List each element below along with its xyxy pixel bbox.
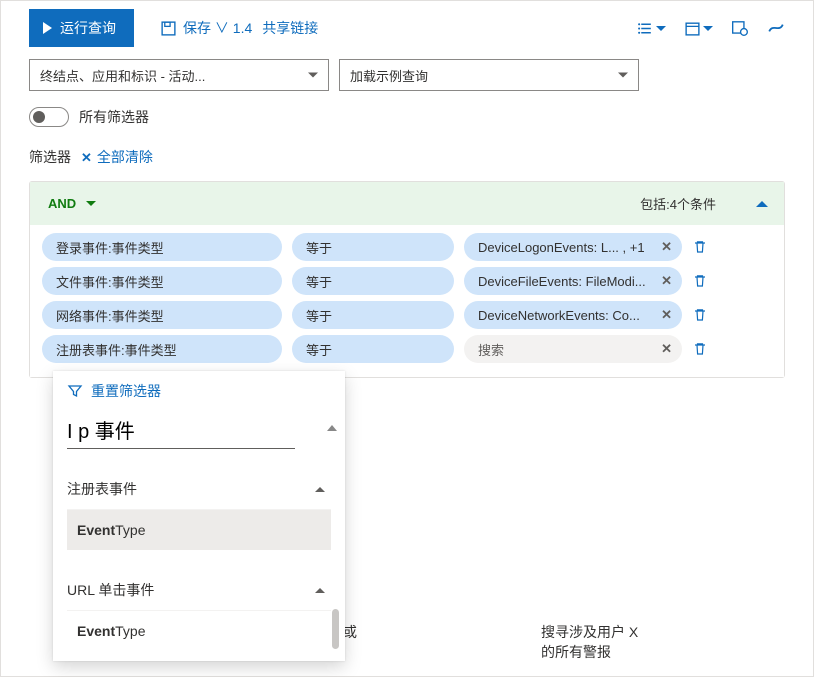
chevron-up-icon xyxy=(315,588,325,593)
clear-value-icon[interactable] xyxy=(661,341,672,357)
filter-search-input[interactable] xyxy=(67,411,295,449)
rule-value-text: DeviceNetworkEvents: Co... xyxy=(478,308,640,323)
item-rest: Type xyxy=(115,522,145,538)
calendar-icon xyxy=(684,20,701,37)
close-icon xyxy=(81,149,92,166)
filter-field-dropdown: 重置筛选器 注册表事件 EventType URL 单击事件 EventType xyxy=(53,371,345,661)
reset-filters-button[interactable]: 重置筛选器 xyxy=(53,371,345,411)
rule-operator-pill[interactable]: 等于 xyxy=(292,335,454,363)
group-label: 注册表事件 xyxy=(67,479,137,499)
all-filters-toggle[interactable] xyxy=(29,107,69,127)
filter-summary: 包括:4个条件 xyxy=(640,194,716,213)
item-bold: Event xyxy=(77,522,115,538)
rule-field-pill[interactable]: 文件事件:事件类型 xyxy=(42,267,282,295)
reset-filters-label: 重置筛选器 xyxy=(91,381,161,401)
rule-value-text: DeviceFileEvents: FileModi... xyxy=(478,274,646,289)
rule-operator-pill[interactable]: 等于 xyxy=(292,267,454,295)
chevron-down-icon xyxy=(703,26,713,31)
delete-rule-button[interactable] xyxy=(692,273,708,289)
rule-value-text: DeviceLogonEvents: L... , +1 xyxy=(478,240,645,255)
dropdown-group-urlclick[interactable]: URL 单击事件 xyxy=(67,570,331,611)
chevron-down-icon xyxy=(618,73,628,78)
chevron-down-icon xyxy=(656,26,666,31)
save-label: 保存 ∨ 1.4 xyxy=(183,18,252,38)
rule-operator-pill[interactable]: 等于 xyxy=(292,233,454,261)
list-icon xyxy=(637,20,654,37)
delete-rule-button[interactable] xyxy=(692,307,708,323)
item-bold: Event xyxy=(77,623,115,639)
date-range-button[interactable] xyxy=(684,20,713,37)
save-button[interactable]: 保存 ∨ 1.4 xyxy=(160,18,252,38)
filter-icon xyxy=(67,383,83,399)
scope-label: 终结点、应用和标识 - 活动... xyxy=(40,66,205,85)
rule-value-text: 搜索 xyxy=(478,340,504,359)
group-label: URL 单击事件 xyxy=(67,580,154,600)
share-label: 共享链接 xyxy=(262,18,318,38)
card-line-2: 的所有警报 xyxy=(541,642,711,662)
calendar-gear-icon xyxy=(731,19,749,37)
chevron-up-icon xyxy=(315,487,325,492)
share-link-button[interactable]: 共享链接 xyxy=(262,18,318,38)
scrollbar-thumb[interactable] xyxy=(332,609,339,649)
clear-value-icon[interactable] xyxy=(661,307,672,323)
save-icon xyxy=(160,20,177,37)
filter-rule: 网络事件:事件类型等于 DeviceNetworkEvents: Co... xyxy=(42,301,768,329)
rule-field-pill[interactable]: 注册表事件:事件类型 xyxy=(42,335,282,363)
play-icon xyxy=(43,22,52,34)
logic-label: AND xyxy=(48,196,76,211)
delete-rule-button[interactable] xyxy=(692,239,708,255)
rule-field-pill[interactable]: 网络事件:事件类型 xyxy=(42,301,282,329)
filter-rule: 文件事件:事件类型等于 DeviceFileEvents: FileModi... xyxy=(42,267,768,295)
chevron-down-icon xyxy=(86,201,96,206)
chevron-down-icon xyxy=(308,73,318,78)
clear-value-icon[interactable] xyxy=(661,273,672,289)
collapse-icon[interactable] xyxy=(756,201,768,207)
scroll-up-icon[interactable] xyxy=(327,425,337,431)
rule-value-pill[interactable]: DeviceNetworkEvents: Co... xyxy=(464,301,682,329)
rule-operator-pill[interactable]: 等于 xyxy=(292,301,454,329)
run-query-label: 运行查询 xyxy=(60,18,116,38)
delete-rule-button[interactable] xyxy=(692,341,708,357)
rule-value-search[interactable]: 搜索 xyxy=(464,335,682,363)
filter-group: AND 包括:4个条件 登录事件:事件类型等于DeviceLogonEvents… xyxy=(29,181,785,378)
clear-all-label: 全部清除 xyxy=(97,147,153,167)
example-query-select[interactable]: 加载示例查询 xyxy=(339,59,639,91)
filters-label: 筛选器 xyxy=(29,147,71,167)
filter-group-header[interactable]: AND 包括:4个条件 xyxy=(30,182,784,225)
all-filters-label: 所有筛选器 xyxy=(79,107,149,127)
dropdown-item-eventtype-2[interactable]: EventType xyxy=(67,611,331,651)
dropdown-group-registry[interactable]: 注册表事件 xyxy=(67,469,331,510)
item-rest: Type xyxy=(115,623,145,639)
rule-value-pill[interactable]: DeviceLogonEvents: L... , +1 xyxy=(464,233,682,261)
results-settings-button[interactable] xyxy=(731,19,749,37)
edit-query-button[interactable] xyxy=(767,19,785,37)
logic-operator-select[interactable]: AND xyxy=(42,192,102,215)
card-line-1: 搜寻涉及用户 X xyxy=(541,622,711,642)
filter-rule: 注册表事件:事件类型等于 搜索 xyxy=(42,335,768,363)
code-icon xyxy=(767,19,785,37)
run-query-button[interactable]: 运行查询 xyxy=(29,9,134,47)
dropdown-item-eventtype[interactable]: EventType xyxy=(67,510,331,550)
clear-all-button[interactable]: 全部清除 xyxy=(81,147,153,167)
suggested-query-card-2[interactable]: 搜寻涉及用户 X 的所有警报 xyxy=(541,622,711,662)
rule-value-pill[interactable]: DeviceFileEvents: FileModi... xyxy=(464,267,682,295)
clear-value-icon[interactable] xyxy=(661,239,672,255)
scope-select[interactable]: 终结点、应用和标识 - 活动... xyxy=(29,59,329,91)
filter-rule: 登录事件:事件类型等于 DeviceLogonEvents: L... , +1 xyxy=(42,233,768,261)
example-query-label: 加载示例查询 xyxy=(350,66,428,85)
list-view-button[interactable] xyxy=(637,20,666,37)
rule-field-pill[interactable]: 登录事件:事件类型 xyxy=(42,233,282,261)
